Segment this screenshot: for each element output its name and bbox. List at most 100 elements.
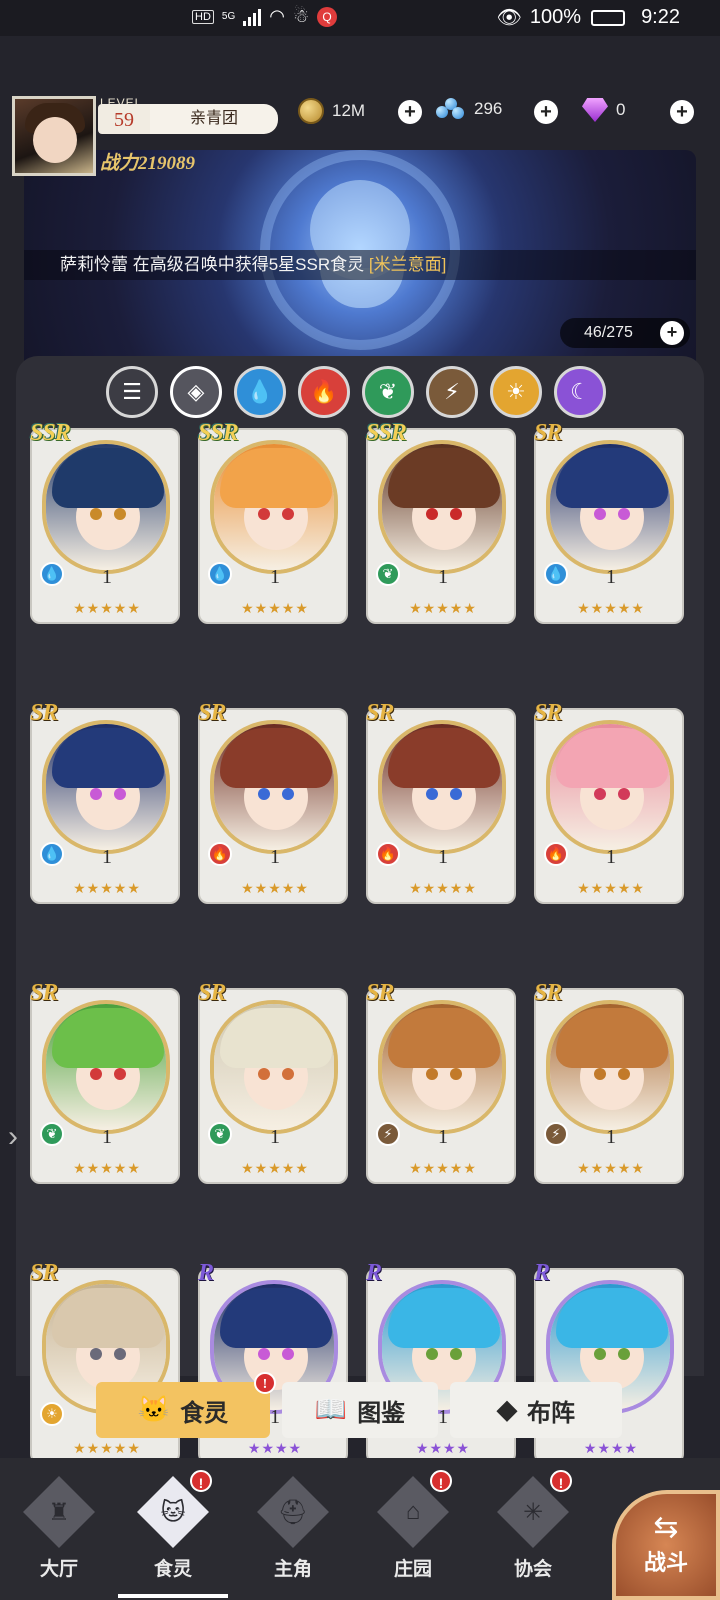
sun-filter-icon[interactable]: ☀	[490, 366, 542, 418]
leaf-filter-icon[interactable]: ❦	[362, 366, 414, 418]
rarity-badge: SR	[534, 700, 562, 726]
character-portrait	[42, 440, 170, 574]
character-eye	[114, 1068, 126, 1080]
rarity-badge: SSR	[198, 420, 239, 446]
star-rating: ★★★★★	[241, 1160, 309, 1176]
character-eye	[594, 1068, 606, 1080]
card-level: 1	[102, 1126, 112, 1148]
character-eye	[90, 1068, 102, 1080]
add-gold-button[interactable]: +	[398, 100, 422, 124]
player-level: 59	[98, 104, 150, 134]
character-hair	[556, 1008, 668, 1068]
fight-button[interactable]: ⇆ 战斗	[612, 1490, 720, 1600]
nav-food-spirit-label: 食灵	[153, 1559, 192, 1580]
character-hair	[556, 728, 668, 788]
food-spirit-card[interactable]: SR ❦ 1 ★★★★★	[198, 980, 348, 1184]
water-filter-icon[interactable]: 💧	[234, 366, 286, 418]
gold-coin-icon	[298, 98, 324, 124]
food-spirit-card[interactable]: SR 🔥 1 ★★★★★	[366, 700, 516, 904]
character-portrait	[378, 1000, 506, 1134]
tab-formation[interactable]: ◆ 布阵	[450, 1382, 622, 1438]
rarity-badge: SR	[30, 980, 58, 1006]
card-level: 1	[270, 566, 280, 588]
nav-hero-label: 主角	[273, 1559, 312, 1580]
eye-icon: 👁	[496, 7, 522, 29]
character-hair	[220, 448, 332, 508]
character-portrait	[378, 440, 506, 574]
food-spirit-card[interactable]: SR 🔥 1 ★★★★★	[534, 700, 684, 904]
character-hair	[220, 728, 332, 788]
character-hair	[52, 728, 164, 788]
food-spirit-card[interactable]: SR 💧 1 ★★★★★	[30, 700, 180, 904]
rarity-badge: SR	[198, 700, 226, 726]
food-spirit-card[interactable]: SSR 💧 1 ★★★★★	[198, 420, 348, 624]
card-level: 1	[270, 1126, 280, 1148]
ticker-text: 萨莉怜蕾 在高级召唤中获得5星SSR食灵	[60, 255, 369, 274]
character-hair	[52, 448, 164, 508]
crystal-amount: 296	[474, 99, 503, 118]
character-eye	[426, 1348, 438, 1360]
character-eye	[450, 1348, 462, 1360]
formation-icon: ◆	[497, 1395, 517, 1424]
rarity-badge: SSR	[366, 420, 407, 446]
character-hair	[388, 1288, 500, 1348]
expand-roster-button[interactable]: +	[660, 321, 684, 345]
qq-icon: ☃	[292, 6, 310, 26]
food-spirit-card[interactable]: SSR 💧 1 ★★★★★	[30, 420, 180, 624]
all-elements-filter-icon[interactable]: ◈	[170, 366, 222, 418]
home-indicator	[118, 1594, 228, 1598]
character-eye	[450, 788, 462, 800]
guild-name[interactable]: 亲青团	[150, 104, 278, 134]
rarity-badge: R	[198, 1260, 214, 1286]
food-spirit-card[interactable]: SR ⚡ 1 ★★★★★	[366, 980, 516, 1184]
character-hair	[388, 728, 500, 788]
nav-guild[interactable]: ✳ 协会 !	[478, 1470, 588, 1590]
star-rating: ★★★★★	[409, 1160, 477, 1176]
character-eye	[594, 1348, 606, 1360]
character-hair	[52, 1288, 164, 1348]
side-expand-arrow-icon[interactable]: ›	[8, 1120, 18, 1154]
notification-badge: !	[254, 1372, 276, 1394]
cat-icon: 🐱	[137, 1395, 171, 1424]
add-crystal-button[interactable]: +	[534, 100, 558, 124]
gold-amount: 12M	[332, 101, 366, 120]
list-view-filter-icon[interactable]: ☰	[106, 366, 158, 418]
food-spirit-card[interactable]: SR ❦ 1 ★★★★★	[30, 980, 180, 1184]
character-eye	[90, 788, 102, 800]
tab-formation-label: 布阵	[527, 1400, 575, 1427]
character-eye	[618, 508, 630, 520]
tab-food-spirit[interactable]: 🐱 食灵 !	[96, 1372, 276, 1438]
rarity-badge: SR	[198, 980, 226, 1006]
rarity-badge: R	[534, 1260, 550, 1286]
nav-manor[interactable]: ⌂ 庄园 !	[358, 1470, 468, 1590]
character-portrait	[210, 1000, 338, 1134]
nav-hero[interactable]: ⛑ 主角	[238, 1470, 348, 1590]
thunder-filter-icon[interactable]: ⚡	[426, 366, 478, 418]
character-eye	[282, 508, 294, 520]
star-rating: ★★★★★	[73, 880, 141, 896]
nav-lobby[interactable]: ♜ 大厅	[4, 1470, 114, 1590]
moon-filter-icon[interactable]: ☾	[554, 366, 606, 418]
character-eye	[114, 1348, 126, 1360]
character-eye	[282, 1068, 294, 1080]
roster-count-text: 46/275	[584, 324, 633, 341]
food-spirit-card[interactable]: SR ⚡ 1 ★★★★★	[534, 980, 684, 1184]
battery-icon	[591, 9, 626, 26]
nav-food-spirit[interactable]: 🐱 食灵 !	[118, 1470, 228, 1590]
food-spirit-card[interactable]: SR 🔥 1 ★★★★★	[198, 700, 348, 904]
castle-icon: ♜	[23, 1476, 95, 1548]
fight-label: 战斗	[643, 1550, 688, 1575]
add-diamond-button[interactable]: +	[670, 100, 694, 124]
food-spirit-card[interactable]: SSR ❦ 1 ★★★★★	[366, 420, 516, 624]
nav-lobby-label: 大厅	[39, 1559, 78, 1580]
character-hair	[388, 448, 500, 508]
tab-codex[interactable]: 📖 图鉴	[282, 1382, 438, 1438]
fire-filter-icon[interactable]: 🔥	[298, 366, 350, 418]
card-level: 1	[606, 1126, 616, 1148]
character-eye	[426, 508, 438, 520]
food-spirit-card[interactable]: SR 💧 1 ★★★★★	[534, 420, 684, 624]
battery-percent: 100%	[529, 6, 582, 28]
card-level: 1	[606, 566, 616, 588]
player-avatar[interactable]	[12, 96, 96, 176]
character-eye	[618, 788, 630, 800]
